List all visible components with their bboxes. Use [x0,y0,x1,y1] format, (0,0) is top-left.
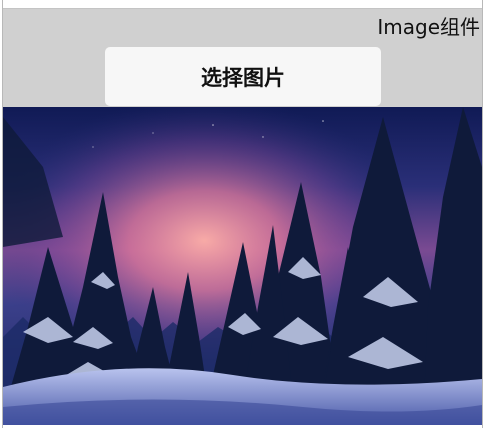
image-view [3,107,482,425]
select-image-button[interactable]: 选择图片 [105,47,381,106]
component-title: Image组件 [377,15,480,39]
top-strip [3,0,482,9]
winter-forest-photo [3,107,482,425]
app-window: Image组件 选择图片 [2,0,483,428]
